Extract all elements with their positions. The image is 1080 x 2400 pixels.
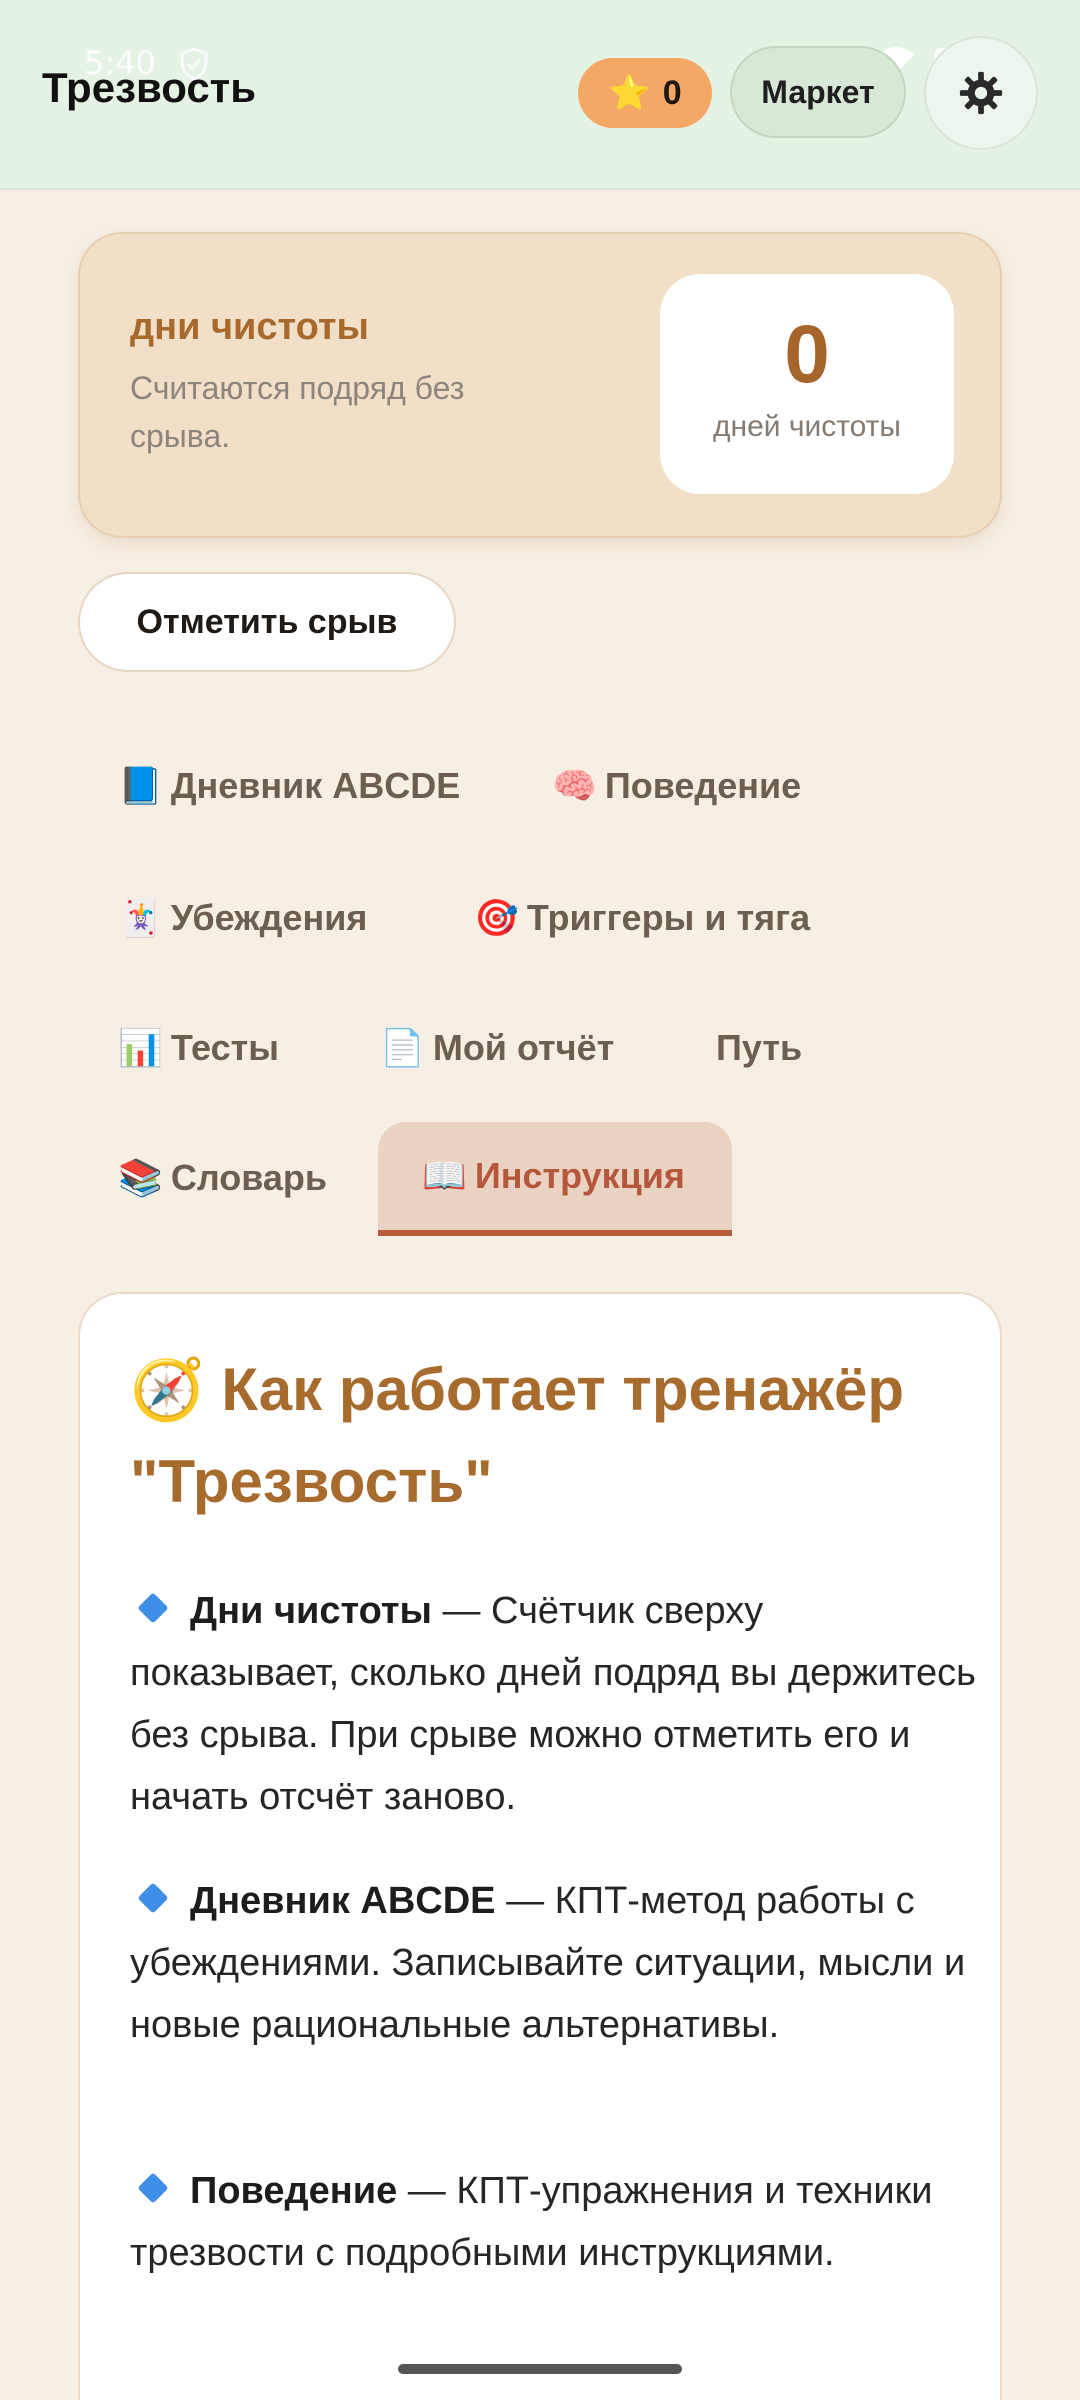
compass-icon: 🧭 (130, 1356, 205, 1423)
market-button[interactable]: Маркет (730, 46, 906, 138)
tab-label: Словарь (170, 1157, 328, 1198)
instruction-item: Дневник ABCDE — КПТ-метод работы с убежд… (130, 1870, 980, 2056)
tab-label: Убеждения (170, 897, 368, 938)
days-counter: 0 дней чистоты (660, 274, 954, 494)
app-screen: 5:40 Трезвость ⭐ 0 Маркет дни чистоты Сч… (0, 0, 1080, 2400)
app-title: Трезвость (42, 64, 257, 111)
joker-card-icon: 🃏 (118, 897, 163, 938)
tab-behavior[interactable]: 🧠 Поведение (552, 730, 801, 842)
mark-relapse-button[interactable]: Отметить срыв (78, 572, 456, 672)
tab-label: Поведение (604, 765, 802, 806)
diamond-bullet-icon (137, 1592, 169, 1624)
bar-chart-icon: 📊 (118, 1027, 163, 1068)
instruction-item: Дни чистоты — Счётчик сверху показывает,… (130, 1580, 980, 1828)
target-icon: 🎯 (474, 897, 519, 938)
tab-label: Инструкция (474, 1155, 685, 1196)
tab-path[interactable]: Путь (716, 992, 802, 1104)
diamond-bullet-icon (137, 2172, 169, 2204)
instruction-term: Дневник ABCDE (190, 1880, 496, 1922)
days-counter-card: дни чистоты Считаются подряд без срыва. … (78, 232, 1002, 538)
books-icon: 📚 (118, 1157, 163, 1198)
tab-label: Триггеры и тяга (526, 897, 811, 938)
tab-beliefs[interactable]: 🃏 Убеждения (118, 862, 367, 974)
days-count-caption: дней чистоты (713, 410, 901, 443)
document-icon: 📄 (380, 1027, 425, 1068)
brain-icon: 🧠 (552, 765, 597, 806)
instruction-term: Поведение (190, 2170, 398, 2212)
instructions-heading-text: Как работает тренажёр "Трезвость" (130, 1356, 905, 1515)
home-indicator[interactable] (398, 2364, 682, 2374)
tab-label: Дневник ABCDE (170, 765, 461, 806)
tab-my-report[interactable]: 📄 Мой отчёт (380, 992, 614, 1104)
days-count: 0 (784, 309, 830, 400)
tab-instructions[interactable]: 📖 Инструкция (378, 1122, 732, 1236)
settings-button[interactable] (924, 36, 1038, 150)
diamond-bullet-icon (137, 1882, 169, 1914)
book-blue-icon: 📘 (118, 765, 163, 806)
tab-label: Путь (716, 1027, 803, 1068)
open-book-icon: 📖 (422, 1155, 467, 1196)
instructions-card: 🧭 Как работает тренажёр "Трезвость" Дни … (78, 1292, 1002, 2400)
points-button[interactable]: ⭐ 0 (578, 58, 712, 128)
tab-triggers-cravings[interactable]: 🎯 Триггеры и тяга (474, 862, 810, 974)
app-header: 5:40 Трезвость ⭐ 0 Маркет (0, 0, 1080, 190)
days-title: дни чистоты (130, 306, 369, 348)
gear-icon (959, 71, 1003, 115)
days-subtitle: Считаются подряд без срыва. (130, 370, 465, 454)
instruction-item: Поведение — КПТ-упражнения и техники тре… (130, 2160, 980, 2284)
tab-label: Тесты (170, 1027, 279, 1068)
tab-glossary[interactable]: 📚 Словарь (118, 1122, 327, 1234)
tab-label: Мой отчёт (432, 1027, 615, 1068)
instructions-heading: 🧭 Как работает тренажёр "Трезвость" (130, 1344, 970, 1528)
tab-tests[interactable]: 📊 Тесты (118, 992, 279, 1104)
instruction-term: Дни чистоты (190, 1590, 432, 1632)
points-value: 0 (662, 73, 682, 112)
tab-abcde-diary[interactable]: 📘 Дневник ABCDE (118, 730, 460, 842)
star-icon: ⭐ (608, 74, 651, 112)
